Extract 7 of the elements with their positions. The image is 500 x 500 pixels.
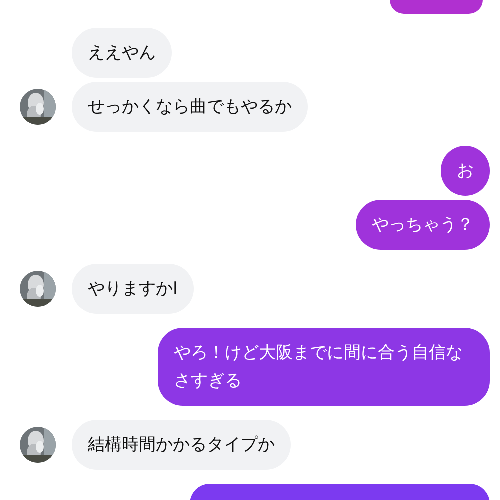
- message-bubble: お: [441, 146, 490, 196]
- message-bubble: やりますかI: [72, 264, 194, 314]
- message-bubble: せっかくなら曲でもやるか: [72, 82, 308, 132]
- message-bubble: 結構時間かかるタイプか: [72, 420, 291, 470]
- message-bubble: やろ！けど大阪までに間に合う自信なさすぎる: [158, 328, 490, 406]
- message-bubble: ええやん: [72, 28, 172, 78]
- message-bubble: やっちゃう？: [356, 200, 490, 250]
